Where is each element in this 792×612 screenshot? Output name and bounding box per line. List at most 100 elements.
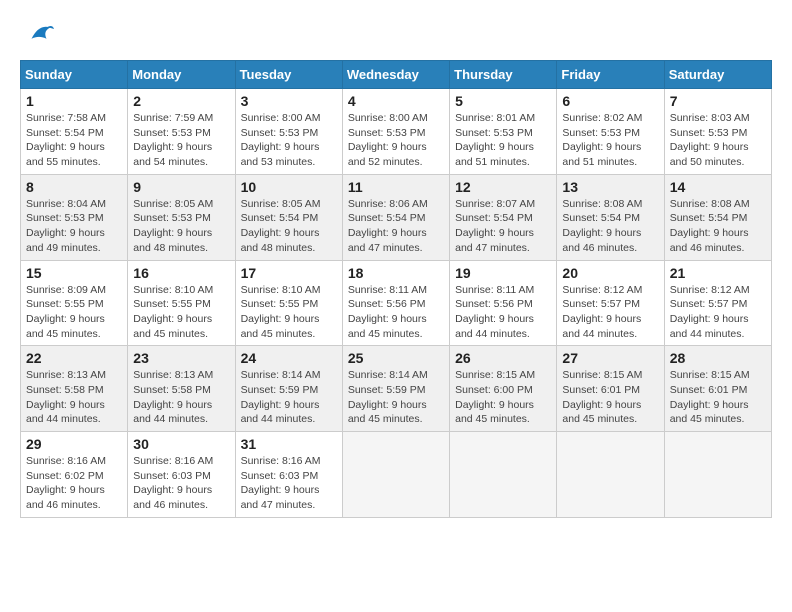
calendar-cell: 15 Sunrise: 8:09 AM Sunset: 5:55 PM Dayl… xyxy=(21,260,128,346)
calendar-cell: 7 Sunrise: 8:03 AM Sunset: 5:53 PM Dayli… xyxy=(664,89,771,175)
day-info: Sunrise: 8:05 AM Sunset: 5:53 PM Dayligh… xyxy=(133,197,229,256)
day-info: Sunrise: 7:59 AM Sunset: 5:53 PM Dayligh… xyxy=(133,111,229,170)
weekday-header-wednesday: Wednesday xyxy=(342,61,449,89)
calendar-cell: 31 Sunrise: 8:16 AM Sunset: 6:03 PM Dayl… xyxy=(235,432,342,518)
day-info: Sunrise: 8:02 AM Sunset: 5:53 PM Dayligh… xyxy=(562,111,658,170)
day-number: 1 xyxy=(26,93,122,109)
day-info: Sunrise: 8:15 AM Sunset: 6:01 PM Dayligh… xyxy=(670,368,766,427)
day-info: Sunrise: 8:10 AM Sunset: 5:55 PM Dayligh… xyxy=(133,283,229,342)
day-number: 20 xyxy=(562,265,658,281)
day-number: 12 xyxy=(455,179,551,195)
day-info: Sunrise: 7:58 AM Sunset: 5:54 PM Dayligh… xyxy=(26,111,122,170)
day-number: 15 xyxy=(26,265,122,281)
day-number: 13 xyxy=(562,179,658,195)
calendar-cell: 26 Sunrise: 8:15 AM Sunset: 6:00 PM Dayl… xyxy=(450,346,557,432)
day-info: Sunrise: 8:16 AM Sunset: 6:03 PM Dayligh… xyxy=(133,454,229,513)
day-number: 11 xyxy=(348,179,444,195)
day-info: Sunrise: 8:01 AM Sunset: 5:53 PM Dayligh… xyxy=(455,111,551,170)
day-number: 18 xyxy=(348,265,444,281)
calendar-week-row: 1 Sunrise: 7:58 AM Sunset: 5:54 PM Dayli… xyxy=(21,89,772,175)
calendar-cell: 24 Sunrise: 8:14 AM Sunset: 5:59 PM Dayl… xyxy=(235,346,342,432)
calendar-cell: 17 Sunrise: 8:10 AM Sunset: 5:55 PM Dayl… xyxy=(235,260,342,346)
day-number: 17 xyxy=(241,265,337,281)
day-number: 26 xyxy=(455,350,551,366)
calendar-week-row: 8 Sunrise: 8:04 AM Sunset: 5:53 PM Dayli… xyxy=(21,174,772,260)
day-info: Sunrise: 8:11 AM Sunset: 5:56 PM Dayligh… xyxy=(348,283,444,342)
day-number: 21 xyxy=(670,265,766,281)
day-number: 2 xyxy=(133,93,229,109)
day-number: 4 xyxy=(348,93,444,109)
calendar-cell: 16 Sunrise: 8:10 AM Sunset: 5:55 PM Dayl… xyxy=(128,260,235,346)
calendar-cell: 13 Sunrise: 8:08 AM Sunset: 5:54 PM Dayl… xyxy=(557,174,664,260)
calendar-cell xyxy=(557,432,664,518)
day-number: 23 xyxy=(133,350,229,366)
weekday-header-tuesday: Tuesday xyxy=(235,61,342,89)
day-info: Sunrise: 8:13 AM Sunset: 5:58 PM Dayligh… xyxy=(26,368,122,427)
weekday-header-saturday: Saturday xyxy=(664,61,771,89)
day-number: 7 xyxy=(670,93,766,109)
weekday-header-thursday: Thursday xyxy=(450,61,557,89)
day-number: 27 xyxy=(562,350,658,366)
calendar-cell: 20 Sunrise: 8:12 AM Sunset: 5:57 PM Dayl… xyxy=(557,260,664,346)
calendar-header-row: SundayMondayTuesdayWednesdayThursdayFrid… xyxy=(21,61,772,89)
calendar-cell xyxy=(450,432,557,518)
calendar-cell: 2 Sunrise: 7:59 AM Sunset: 5:53 PM Dayli… xyxy=(128,89,235,175)
day-info: Sunrise: 8:10 AM Sunset: 5:55 PM Dayligh… xyxy=(241,283,337,342)
calendar-cell: 14 Sunrise: 8:08 AM Sunset: 5:54 PM Dayl… xyxy=(664,174,771,260)
day-info: Sunrise: 8:07 AM Sunset: 5:54 PM Dayligh… xyxy=(455,197,551,256)
day-info: Sunrise: 8:15 AM Sunset: 6:00 PM Dayligh… xyxy=(455,368,551,427)
day-number: 14 xyxy=(670,179,766,195)
calendar-cell: 8 Sunrise: 8:04 AM Sunset: 5:53 PM Dayli… xyxy=(21,174,128,260)
day-info: Sunrise: 8:15 AM Sunset: 6:01 PM Dayligh… xyxy=(562,368,658,427)
day-number: 25 xyxy=(348,350,444,366)
calendar-table: SundayMondayTuesdayWednesdayThursdayFrid… xyxy=(20,60,772,518)
calendar-cell: 6 Sunrise: 8:02 AM Sunset: 5:53 PM Dayli… xyxy=(557,89,664,175)
calendar-cell: 19 Sunrise: 8:11 AM Sunset: 5:56 PM Dayl… xyxy=(450,260,557,346)
calendar-cell xyxy=(342,432,449,518)
day-number: 9 xyxy=(133,179,229,195)
day-info: Sunrise: 8:00 AM Sunset: 5:53 PM Dayligh… xyxy=(348,111,444,170)
day-info: Sunrise: 8:08 AM Sunset: 5:54 PM Dayligh… xyxy=(562,197,658,256)
weekday-header-monday: Monday xyxy=(128,61,235,89)
calendar-cell: 18 Sunrise: 8:11 AM Sunset: 5:56 PM Dayl… xyxy=(342,260,449,346)
calendar-cell: 23 Sunrise: 8:13 AM Sunset: 5:58 PM Dayl… xyxy=(128,346,235,432)
calendar-cell: 1 Sunrise: 7:58 AM Sunset: 5:54 PM Dayli… xyxy=(21,89,128,175)
weekday-header-sunday: Sunday xyxy=(21,61,128,89)
logo xyxy=(20,20,54,50)
calendar-cell: 30 Sunrise: 8:16 AM Sunset: 6:03 PM Dayl… xyxy=(128,432,235,518)
calendar-week-row: 22 Sunrise: 8:13 AM Sunset: 5:58 PM Dayl… xyxy=(21,346,772,432)
calendar-cell: 12 Sunrise: 8:07 AM Sunset: 5:54 PM Dayl… xyxy=(450,174,557,260)
calendar-cell: 3 Sunrise: 8:00 AM Sunset: 5:53 PM Dayli… xyxy=(235,89,342,175)
calendar-cell: 25 Sunrise: 8:14 AM Sunset: 5:59 PM Dayl… xyxy=(342,346,449,432)
day-info: Sunrise: 8:13 AM Sunset: 5:58 PM Dayligh… xyxy=(133,368,229,427)
day-number: 5 xyxy=(455,93,551,109)
day-info: Sunrise: 8:16 AM Sunset: 6:03 PM Dayligh… xyxy=(241,454,337,513)
calendar-week-row: 29 Sunrise: 8:16 AM Sunset: 6:02 PM Dayl… xyxy=(21,432,772,518)
day-info: Sunrise: 8:09 AM Sunset: 5:55 PM Dayligh… xyxy=(26,283,122,342)
logo-bird-icon xyxy=(24,20,54,50)
calendar-cell: 9 Sunrise: 8:05 AM Sunset: 5:53 PM Dayli… xyxy=(128,174,235,260)
day-info: Sunrise: 8:04 AM Sunset: 5:53 PM Dayligh… xyxy=(26,197,122,256)
day-number: 19 xyxy=(455,265,551,281)
day-number: 29 xyxy=(26,436,122,452)
day-number: 22 xyxy=(26,350,122,366)
day-number: 31 xyxy=(241,436,337,452)
calendar-cell: 5 Sunrise: 8:01 AM Sunset: 5:53 PM Dayli… xyxy=(450,89,557,175)
day-info: Sunrise: 8:03 AM Sunset: 5:53 PM Dayligh… xyxy=(670,111,766,170)
day-number: 8 xyxy=(26,179,122,195)
day-info: Sunrise: 8:16 AM Sunset: 6:02 PM Dayligh… xyxy=(26,454,122,513)
day-number: 24 xyxy=(241,350,337,366)
calendar-cell: 4 Sunrise: 8:00 AM Sunset: 5:53 PM Dayli… xyxy=(342,89,449,175)
day-number: 30 xyxy=(133,436,229,452)
calendar-cell xyxy=(664,432,771,518)
calendar-week-row: 15 Sunrise: 8:09 AM Sunset: 5:55 PM Dayl… xyxy=(21,260,772,346)
calendar-cell: 10 Sunrise: 8:05 AM Sunset: 5:54 PM Dayl… xyxy=(235,174,342,260)
day-info: Sunrise: 8:12 AM Sunset: 5:57 PM Dayligh… xyxy=(670,283,766,342)
day-info: Sunrise: 8:14 AM Sunset: 5:59 PM Dayligh… xyxy=(348,368,444,427)
day-info: Sunrise: 8:08 AM Sunset: 5:54 PM Dayligh… xyxy=(670,197,766,256)
page-header xyxy=(20,20,772,50)
calendar-cell: 29 Sunrise: 8:16 AM Sunset: 6:02 PM Dayl… xyxy=(21,432,128,518)
day-info: Sunrise: 8:11 AM Sunset: 5:56 PM Dayligh… xyxy=(455,283,551,342)
calendar-cell: 22 Sunrise: 8:13 AM Sunset: 5:58 PM Dayl… xyxy=(21,346,128,432)
calendar-cell: 21 Sunrise: 8:12 AM Sunset: 5:57 PM Dayl… xyxy=(664,260,771,346)
